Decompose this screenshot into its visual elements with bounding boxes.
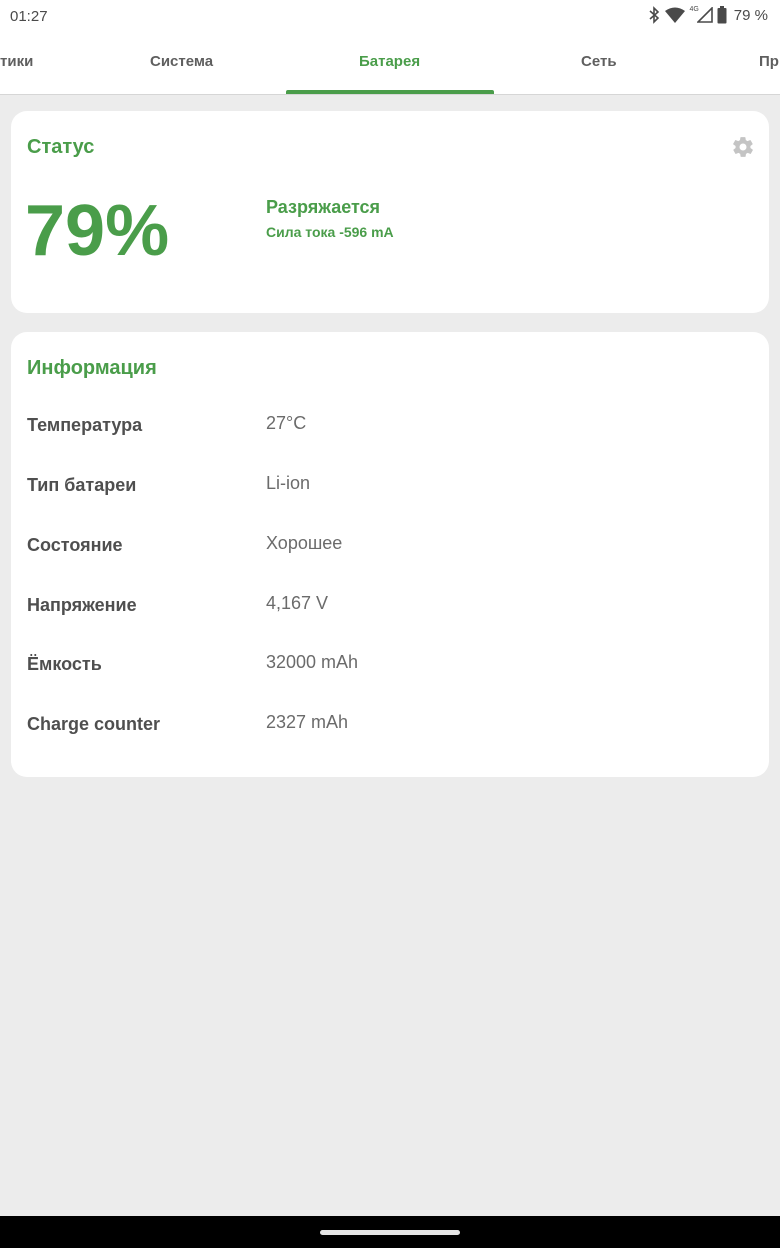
info-label: Напряжение bbox=[27, 595, 137, 615]
gear-icon[interactable] bbox=[731, 135, 755, 159]
info-label: Тип батареи bbox=[27, 475, 137, 495]
tab-system[interactable]: Система bbox=[150, 32, 213, 94]
status-icons: 4G 79 % bbox=[647, 6, 768, 24]
info-row-charge-counter: Charge counter 2327 mAh bbox=[27, 712, 747, 744]
bluetooth-icon bbox=[647, 6, 661, 24]
info-value: Li-ion bbox=[266, 473, 311, 493]
info-value: 2327 mAh bbox=[266, 712, 349, 732]
wifi-icon bbox=[665, 7, 686, 23]
status-bar: 01:27 4G 79 % bbox=[0, 0, 780, 32]
info-value: 32000 mAh bbox=[266, 652, 359, 672]
info-row-capacity: Ёмкость 32000 mAh bbox=[27, 652, 747, 684]
home-gesture-handle[interactable] bbox=[320, 1230, 460, 1235]
info-value: Хорошее bbox=[266, 533, 343, 553]
cell-signal-icon bbox=[696, 7, 713, 23]
battery-percent: 79 % bbox=[733, 6, 768, 24]
navigation-bar bbox=[0, 1216, 780, 1248]
info-row-voltage: Напряжение 4,167 V bbox=[27, 593, 747, 625]
battery-icon bbox=[717, 6, 727, 24]
active-tab-indicator bbox=[286, 90, 494, 94]
status-time: 01:27 bbox=[10, 8, 48, 25]
tab-battery[interactable]: Батарея bbox=[359, 32, 420, 94]
info-label: Ёмкость bbox=[27, 654, 102, 674]
info-row-battery-type: Тип батареи Li-ion bbox=[27, 473, 747, 505]
info-card-title: Информация bbox=[27, 357, 157, 379]
info-label: Состояние bbox=[27, 535, 123, 555]
info-value: 4,167 V bbox=[266, 593, 329, 613]
info-row-temperature: Температура 27°C bbox=[27, 413, 747, 445]
info-card: Информация Температура 27°C Тип батареи … bbox=[11, 332, 769, 777]
tab-diagnostics[interactable]: тики bbox=[0, 32, 33, 94]
status-card-title: Статус bbox=[27, 136, 95, 158]
status-card: Статус 79% Разряжается Сила тока -596 mA bbox=[11, 111, 769, 313]
tab-network[interactable]: Сеть bbox=[581, 32, 617, 94]
current-reading: Сила тока -596 mA bbox=[266, 224, 394, 240]
network-type-badge: 4G bbox=[689, 5, 699, 13]
info-row-health: Состояние Хорошее bbox=[27, 533, 747, 565]
info-label: Температура bbox=[27, 415, 143, 435]
charging-state: Разряжается bbox=[266, 197, 381, 217]
tab-bar: тики Система Батарея Сеть Пр bbox=[0, 32, 780, 95]
info-label: Charge counter bbox=[27, 714, 161, 734]
tab-apps[interactable]: Пр bbox=[759, 32, 779, 94]
battery-level-percent: 79% bbox=[25, 191, 170, 271]
info-value: 27°C bbox=[266, 413, 307, 433]
